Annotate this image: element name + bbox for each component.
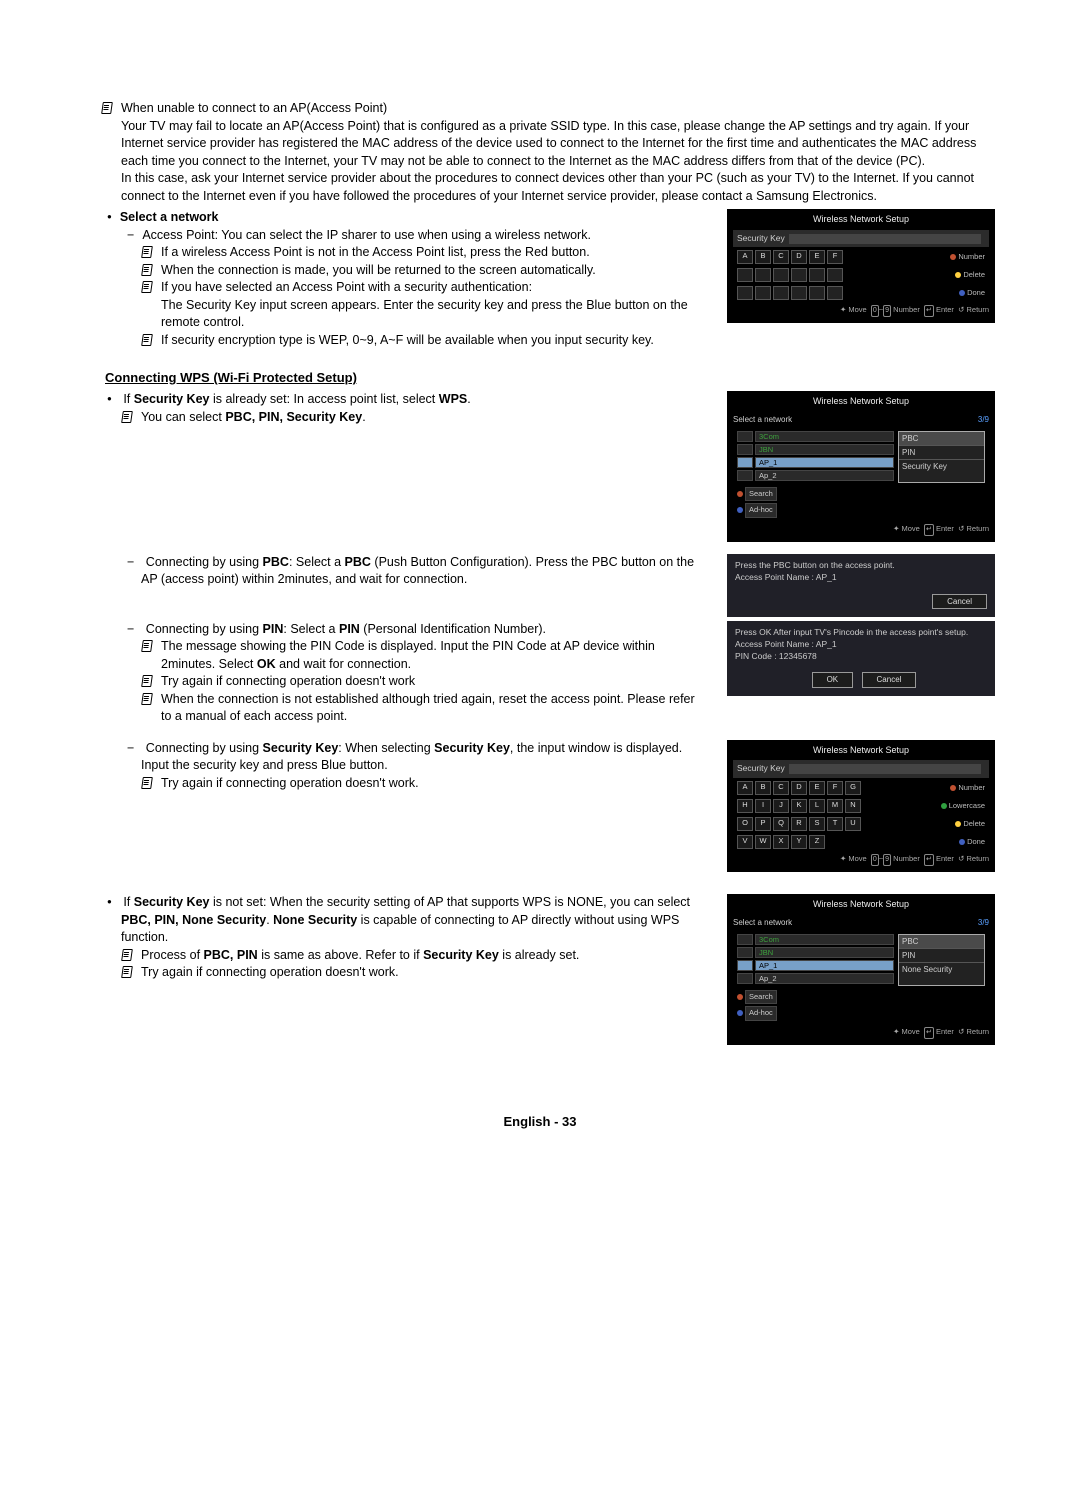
cancel-button[interactable]: Cancel [932, 594, 987, 609]
note-icon [121, 966, 135, 978]
ok-button[interactable]: OK [812, 672, 854, 687]
select-network-ap: Access Point: You can select the IP shar… [141, 227, 707, 245]
not-set-n1: Process of PBC, PIN is same as above. Re… [141, 947, 707, 965]
sec-n1: Try again if connecting operation doesn'… [161, 775, 707, 793]
note-icon [141, 777, 155, 789]
note-icon [121, 411, 135, 423]
note-icon [141, 246, 155, 258]
can-select: You can select PBC, PIN, Security Key. [141, 409, 707, 427]
if-sec-set: If Security Key is already set: In acces… [121, 391, 707, 409]
sn-note1: If a wireless Access Point is not in the… [161, 244, 707, 262]
note-icon [141, 640, 155, 652]
sn-note2: When the connection is made, you will be… [161, 262, 707, 280]
sn-note3: If you have selected an Access Point wit… [161, 279, 707, 332]
panel-select-network-wps: Wireless Network Setup Select a network … [727, 391, 995, 542]
intro-note-body: Your TV may fail to locate an AP(Access … [121, 118, 995, 171]
pin-item: Connecting by using PIN: Select a PIN (P… [141, 621, 707, 639]
intro-note: When unable to connect to an AP(Access P… [85, 100, 995, 205]
intro-note-body2: In this case, ask your Internet service … [121, 170, 995, 205]
not-set-item: If Security Key is not set: When the sec… [121, 894, 707, 947]
sec-item: Connecting by using Security Key: When s… [141, 740, 707, 775]
note-icon [121, 949, 135, 961]
wps-heading: Connecting WPS (Wi-Fi Protected Setup) [85, 369, 995, 387]
note-icon [141, 281, 155, 293]
intro-note-prefix: When unable to connect to an AP(Access P… [121, 101, 387, 115]
wps-dropdown: PBC PIN Security Key [898, 431, 985, 483]
note-icon [141, 693, 155, 705]
panel-pin-message: Press OK After input TV's Pincode in the… [727, 621, 995, 696]
cancel-button[interactable]: Cancel [862, 672, 917, 687]
note-icon [141, 334, 155, 346]
pin-n3: When the connection is not established a… [161, 691, 707, 726]
page-footer: English - 33 [85, 1113, 995, 1131]
panel-wireless-setup-key: Wireless Network Setup Security Key A B … [727, 209, 995, 323]
note-icon [101, 102, 115, 114]
select-network-head: Select a network [121, 209, 707, 227]
pin-n2: Try again if connecting operation doesn'… [161, 673, 707, 691]
not-set-n2: Try again if connecting operation doesn'… [141, 964, 707, 982]
sn-note4: If security encryption type is WEP, 0~9,… [161, 332, 707, 350]
panel-security-key-full: Wireless Network Setup Security Key ABCD… [727, 740, 995, 872]
panel-pbc-message: Press the PBC button on the access point… [727, 554, 995, 617]
note-icon [141, 675, 155, 687]
pbc-item: Connecting by using PBC: Select a PBC (P… [141, 554, 707, 589]
none-dropdown: PBC PIN None Security [898, 934, 985, 986]
panel-select-network-none: Wireless Network Setup Select a network … [727, 894, 995, 1045]
note-icon [141, 264, 155, 276]
pin-n1: The message showing the PIN Code is disp… [161, 638, 707, 673]
